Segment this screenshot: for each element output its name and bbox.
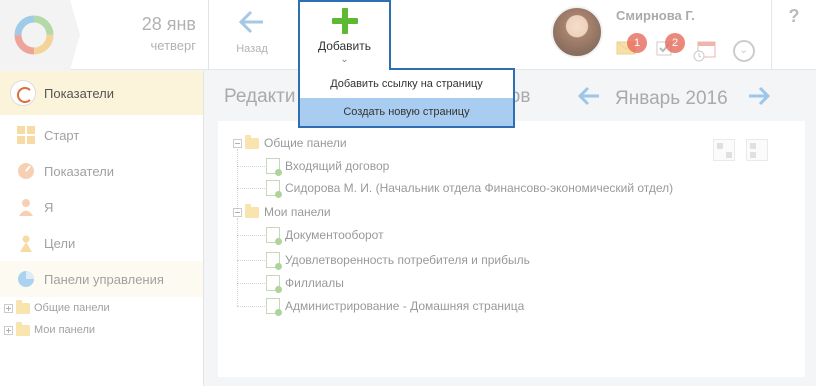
- menu-item-create-page[interactable]: Создать новую страницу: [300, 98, 513, 126]
- next-period-button[interactable]: [748, 86, 771, 111]
- tree-connector: [237, 283, 265, 284]
- tree-page-label: Администрирование - Домашняя страница: [285, 299, 525, 313]
- tree-page-item[interactable]: Филлиалы: [266, 273, 344, 293]
- sidebar-header-label: Показатели: [44, 85, 114, 101]
- tree-connector: [237, 260, 265, 261]
- tree-page-item[interactable]: Документооборот: [266, 225, 384, 245]
- menu-item-add-link[interactable]: Добавить ссылку на страницу: [300, 70, 513, 98]
- sidebar-item-goals[interactable]: Цели: [0, 225, 203, 261]
- layout-grid-icon[interactable]: [713, 139, 735, 161]
- tree-group-my-dashboards[interactable]: Мои панели: [233, 202, 331, 222]
- page-icon: [266, 275, 282, 293]
- gauge-icon: [18, 163, 34, 179]
- user-name[interactable]: Смирнова Г.: [616, 8, 695, 23]
- tree-page-label: Сидорова М. И. (Начальник отдела Финансо…: [285, 181, 674, 195]
- page-icon: [266, 252, 282, 270]
- period-label: Январь 2016: [615, 88, 728, 109]
- page-icon: [266, 180, 282, 198]
- sidebar-item-label: Я: [44, 199, 54, 215]
- sidebar-item-start[interactable]: Старт: [0, 117, 203, 153]
- sidebar-item-indicators[interactable]: Показатели: [0, 153, 203, 189]
- expand-icon[interactable]: [4, 303, 13, 313]
- logo-ring-icon: [14, 15, 54, 55]
- expand-icon[interactable]: [4, 325, 13, 335]
- pie-chart-icon: [18, 271, 34, 287]
- add-label: Добавить: [317, 39, 372, 53]
- date-day: 28 янв: [141, 14, 196, 34]
- user-area: Смирнова Г. 1 2 ⌄: [545, 0, 765, 70]
- sidebar-item-label: Старт: [44, 127, 80, 143]
- app-logo[interactable]: [0, 0, 70, 70]
- tree-connector: [237, 306, 265, 307]
- user-menu-chevron[interactable]: ⌄: [733, 40, 755, 62]
- page-title-left: Редакти: [224, 86, 296, 107]
- tree-page-item[interactable]: Удовлетворенность потребителя и прибыль: [266, 250, 530, 270]
- dashboards-tree-panel: Общие панели Входящий договор Сидорова М…: [218, 121, 805, 377]
- back-button[interactable]: Назад: [228, 4, 276, 66]
- back-label: Назад: [236, 43, 268, 55]
- tree-connector: [237, 235, 265, 236]
- add-dropdown-menu: Добавить ссылку на страницу Создать нову…: [298, 68, 515, 128]
- sidebar-header-indicators[interactable]: Показатели: [0, 71, 203, 115]
- tree-connector: [237, 188, 265, 189]
- folder-icon: [16, 321, 30, 336]
- target-person-icon: [20, 235, 32, 252]
- tree-page-label: Документооборот: [285, 228, 384, 242]
- folder-icon: [245, 203, 259, 218]
- page-icon: [266, 158, 282, 176]
- person-icon: [19, 199, 33, 216]
- sidebar-item-label: Показатели: [44, 163, 114, 179]
- chevron-down-icon: ⌄: [340, 54, 349, 65]
- tree-connector: [237, 166, 265, 167]
- mail-badge: 1: [627, 33, 647, 53]
- sidebar-item-label: Панели управления: [44, 271, 164, 287]
- calendar-clock-icon[interactable]: [693, 40, 717, 62]
- collapse-icon[interactable]: [233, 138, 242, 148]
- sidebar-tree-my-dashboards[interactable]: Мои панели: [0, 319, 203, 341]
- sidebar: Показатели Старт Показатели Я Цели Панел…: [0, 71, 204, 386]
- tree-page-label: Входящий договор: [285, 159, 390, 173]
- top-bar: 28 янв четверг Назад Добавить ⌄ Смирнова…: [0, 0, 816, 70]
- tree-page-item[interactable]: Администрирование - Домашняя страница: [266, 296, 524, 316]
- page-icon: [266, 227, 282, 245]
- chevron-down-icon: ⌄: [739, 44, 749, 56]
- add-button[interactable]: Добавить ⌄: [298, 0, 391, 70]
- gauge-icon: [10, 80, 36, 106]
- folder-icon: [245, 134, 259, 149]
- tree-page-item[interactable]: Входящий договор: [266, 156, 389, 176]
- divider: [208, 0, 209, 70]
- tree-page-label: Филлиалы: [285, 276, 344, 290]
- avatar[interactable]: [551, 6, 603, 58]
- sidebar-tree-shared-dashboards[interactable]: Общие панели: [0, 297, 203, 319]
- current-date: 28 янв четверг: [100, 14, 196, 53]
- help-button[interactable]: ?: [771, 0, 816, 70]
- grid-icon: [17, 126, 35, 144]
- date-weekday: четверг: [150, 38, 197, 53]
- collapse-icon[interactable]: [233, 207, 242, 217]
- tree-group-label: Общие панели: [264, 136, 347, 150]
- tree-page-item[interactable]: Сидорова М. И. (Начальник отдела Финансо…: [266, 178, 673, 198]
- page-icon: [266, 298, 282, 316]
- tree-group-label: Мои панели: [264, 205, 331, 219]
- tree-label: Общие панели: [34, 302, 110, 314]
- tasks-badge: 2: [665, 33, 685, 53]
- arrow-left-icon: [577, 86, 599, 106]
- folder-icon: [16, 299, 30, 314]
- previous-period-button[interactable]: [577, 86, 600, 111]
- logo-arrow-decoration: [70, 0, 80, 70]
- arrow-left-icon: [238, 10, 263, 34]
- tree-connector: [237, 218, 238, 306]
- plus-icon: [331, 8, 358, 34]
- arrow-right-icon: [749, 86, 771, 106]
- sidebar-item-dashboards[interactable]: Панели управления: [0, 261, 203, 297]
- tree-group-shared-dashboards[interactable]: Общие панели: [233, 133, 347, 153]
- tree-label: Мои панели: [34, 324, 96, 336]
- layout-list-icon[interactable]: [746, 139, 768, 161]
- sidebar-item-label: Цели: [44, 235, 76, 251]
- tree-page-label: Удовлетворенность потребителя и прибыль: [285, 253, 530, 267]
- sidebar-item-me[interactable]: Я: [0, 189, 203, 225]
